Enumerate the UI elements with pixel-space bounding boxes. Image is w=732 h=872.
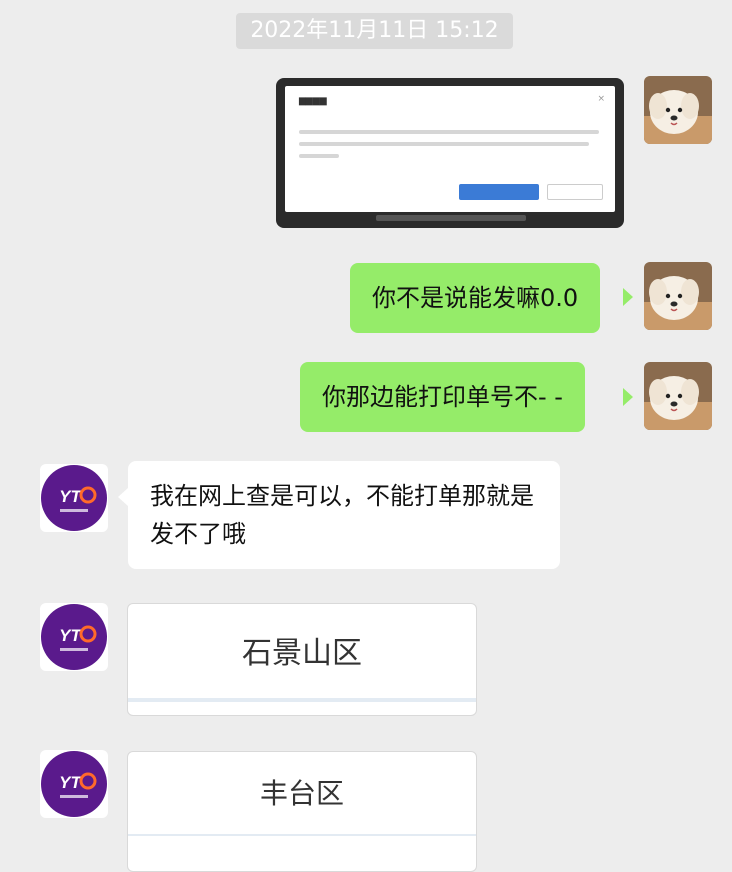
image-message[interactable]: ▆▆▆▆ × bbox=[276, 78, 624, 228]
chat-timestamp: 2022年11月11日 15:12 bbox=[236, 13, 513, 49]
bubble-tail bbox=[118, 488, 128, 506]
dialog-screenshot: ▆▆▆▆ × bbox=[285, 86, 615, 212]
close-icon: × bbox=[597, 94, 605, 104]
dialog-text-line bbox=[299, 130, 599, 134]
yto-logo-icon: YT bbox=[41, 604, 107, 670]
dialog-title-placeholder: ▆▆▆▆ bbox=[299, 96, 327, 106]
district-card[interactable]: 石景山区 bbox=[127, 603, 477, 716]
yto-avatar[interactable]: YT bbox=[40, 464, 108, 532]
card-divider bbox=[128, 834, 476, 836]
dog-avatar[interactable] bbox=[644, 76, 712, 144]
dialog-secondary-button bbox=[547, 184, 603, 200]
dialog-text-line bbox=[299, 142, 589, 146]
yto-avatar[interactable]: YT bbox=[40, 603, 108, 671]
svg-text:YT: YT bbox=[59, 773, 82, 792]
bubble-tail bbox=[623, 288, 633, 306]
card-title: 石景山区 bbox=[242, 636, 362, 671]
card-title: 丰台区 bbox=[259, 777, 344, 810]
dialog-text-line bbox=[299, 154, 339, 158]
dog-avatar[interactable] bbox=[644, 262, 712, 330]
dog-icon bbox=[644, 76, 712, 144]
yto-avatar[interactable]: YT bbox=[40, 750, 108, 818]
district-card[interactable]: 丰台区 bbox=[127, 751, 477, 872]
svg-text:YT: YT bbox=[59, 487, 82, 506]
sent-message[interactable]: 你不是说能发嘛0.0 bbox=[350, 263, 601, 333]
message-text: 我在网上查是可以，不能打单那就是发不了哦 bbox=[150, 482, 534, 548]
card-divider bbox=[128, 698, 476, 702]
received-message[interactable]: 我在网上查是可以，不能打单那就是发不了哦 bbox=[128, 461, 560, 569]
message-text: 你那边能打印单号不- - bbox=[322, 383, 563, 411]
bubble-tail bbox=[623, 388, 633, 406]
dog-avatar[interactable] bbox=[644, 362, 712, 430]
dog-icon bbox=[644, 362, 712, 430]
sent-message[interactable]: 你那边能打印单号不- - bbox=[300, 362, 585, 432]
dialog-caption-bar bbox=[376, 215, 526, 221]
dialog-primary-button bbox=[459, 184, 539, 200]
svg-text:YT: YT bbox=[59, 626, 82, 645]
message-text: 你不是说能发嘛0.0 bbox=[372, 284, 579, 312]
yto-logo-icon: YT bbox=[41, 465, 107, 531]
yto-logo-icon: YT bbox=[41, 751, 107, 817]
dog-icon bbox=[644, 262, 712, 330]
